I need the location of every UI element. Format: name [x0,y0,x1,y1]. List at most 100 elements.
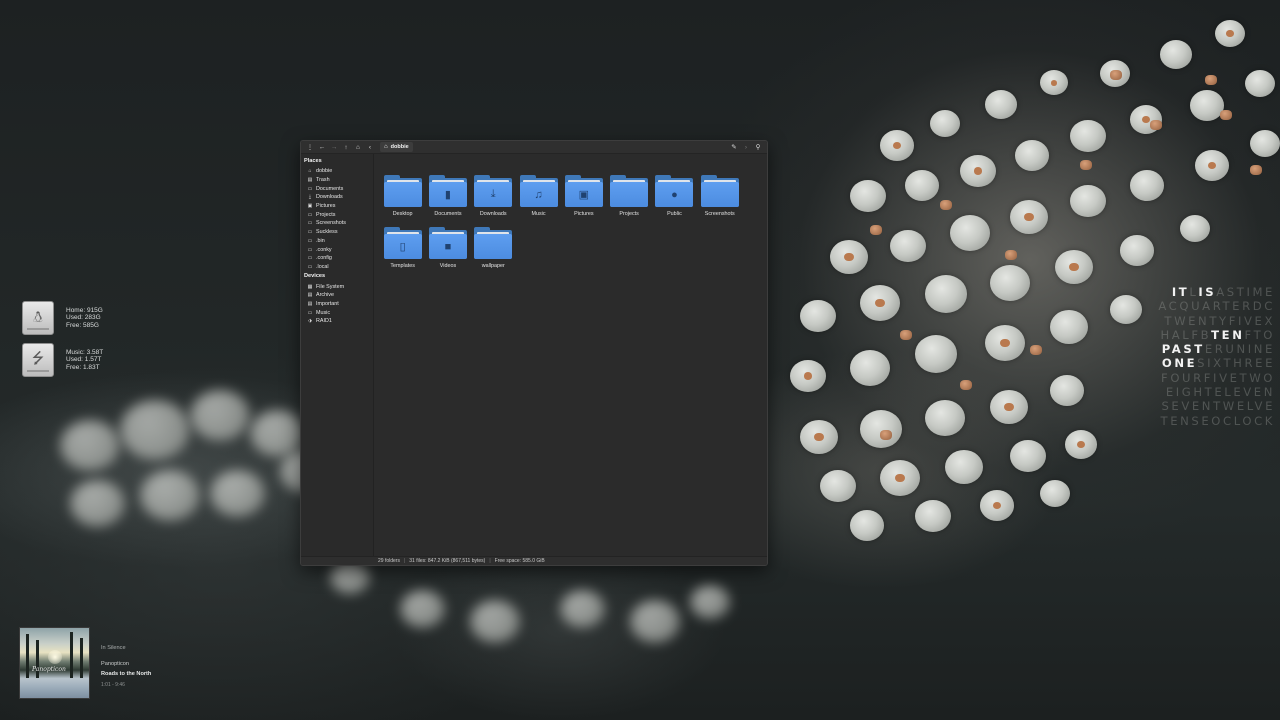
sidebar-item-file-system[interactable]: ▦ File System [304,282,373,291]
blurred-flower [400,590,445,629]
folder-emblem-icon: ▮ [428,182,467,207]
flower-petal [830,240,868,275]
folder-downloads[interactable]: ⤓ Downloads [471,173,516,217]
folder-wallpaper[interactable]: wallpaper [471,225,516,269]
flower-petal [960,155,996,188]
folder-label: Documents [434,211,462,217]
now-playing-info: In Silence Panopticon Roads to the North… [101,645,151,699]
sidebar-item-music[interactable]: ▭ Music [304,308,373,317]
path-prev-button[interactable]: ‹ [364,142,376,153]
sidebar-item-documents[interactable]: ▭ Documents [304,184,373,193]
sidebar-item-conky[interactable]: ▭ .conky [304,245,373,254]
folder-templates[interactable]: ▯ Templates [380,225,425,269]
search-icon: ⚲ [755,144,761,151]
flower-petal [1250,130,1280,157]
sidebar-item-icon: ▭ [307,211,313,218]
track-time: 1:01 - 9:46 [101,682,125,688]
sidebar-item-label: Projects [316,211,336,218]
word-clock-lit-word: ONE [1161,356,1198,371]
edit-location-button[interactable]: ✎ [728,142,740,153]
sidebar-item-icon: ⤓ [308,194,312,201]
blurred-flower [630,600,680,643]
usb-drive-icon: ⭍ [22,343,54,377]
flower-petal [850,510,884,541]
sidebar-item-trash[interactable]: ▤ Trash [304,176,373,185]
sidebar-item-screenshots[interactable]: ▭ Screenshots [304,219,373,228]
word-clock-dim-letters: HALFB [1160,327,1212,342]
chevron-left-icon: ‹ [368,143,372,151]
word-clock-row: SEVENTWELVE [1158,399,1275,413]
sidebar-item-downloads[interactable]: ⤓ Downloads [304,193,373,202]
disk-widget-music: ⭍ Music: 3.58T Used: 1.57T Free: 1.83T [22,343,103,377]
sidebar-item-important[interactable]: ▤ Important [304,300,373,309]
word-clock-row: FOURFIVETWO [1158,371,1275,385]
sidebar-item-label: Suckless [316,229,338,236]
sidebar-heading-places: Places [304,158,322,164]
folder-icon: ▯ [383,225,422,259]
flower-petal [950,215,990,251]
folder-projects[interactable]: Projects [606,173,651,217]
word-clock-row: ITLISASTIME [1158,285,1275,299]
arrow-left-icon: ← [318,143,326,151]
flower-petal [800,300,836,333]
sidebar-item-icon: ▦ [307,283,313,290]
search-button[interactable]: ⚲ [752,142,764,153]
sidebar-item-dobbie[interactable]: ⌂ dobbie [304,167,373,176]
blurred-flower [560,590,605,629]
cover-tree [26,634,29,678]
flower-petal [1070,185,1106,218]
album-cover: Panopticon [19,627,90,699]
folder-pictures[interactable]: ▣ Pictures [561,173,606,217]
sidebar-item-projects[interactable]: ▭ Projects [304,210,373,219]
sidebar-item-icon: ▭ [307,229,313,236]
folder-documents[interactable]: ▮ Documents [425,173,470,217]
flower-petal [1065,430,1097,459]
sidebar-item-local[interactable]: ▭ .local [304,263,373,272]
sidebar-item-config[interactable]: ▭ .config [304,254,373,263]
forward-button[interactable]: → [328,142,340,153]
menu-button[interactable]: ⋮ [304,142,316,153]
flower-petal [800,420,838,455]
folder-label: Music [531,211,546,217]
folder-desktop[interactable]: Desktop [380,173,425,217]
folder-screenshots[interactable]: Screenshots [697,173,742,217]
flower-petal [985,90,1017,119]
chevron-right-icon: › [744,143,748,151]
path-next-button[interactable]: › [740,142,752,153]
sidebar-heading-devices: Devices [304,273,326,280]
word-clock-lit-word: IT [1171,285,1190,299]
back-button[interactable]: ← [316,142,328,153]
player-status: In Silence [101,645,126,651]
sidebar-item-label: Downloads [316,194,343,201]
word-clock-lit-word: PAST [1161,342,1205,357]
devices-list: ▦ File System ▤ Archive ▤ Important ▭ Music ⬗ RAI… [304,282,373,325]
folder-label: Templates [390,263,415,269]
flower-petal [860,285,900,321]
sidebar-item-suckless[interactable]: ▭ Suckless [304,228,373,237]
folder-emblem-icon: ■ [428,234,467,259]
flower-bud [940,200,952,210]
folder-music[interactable]: ♫ Music [516,173,561,217]
folder-grid: Desktop ▮ Documents ⤓ Downloads ♫ Music ▣ Pictur… [380,173,742,269]
sidebar-item-label: File System [316,283,345,290]
sidebar-item-pictures[interactable]: ▣ Pictures [304,202,373,211]
word-clock-dim-letters: TWENTYFIVEX [1164,313,1275,328]
blurred-flower [690,585,730,619]
up-button[interactable]: ↑ [340,142,352,153]
cover-tree [80,638,83,678]
flower-petal [790,360,826,393]
status-free-space: Free space: 585.0 GiB [494,558,545,564]
folder-icon [610,173,649,207]
disk-line: Music: 3.58T [66,348,104,356]
flower-petal [1190,90,1224,121]
flower-petal [1010,200,1048,235]
location-breadcrumb[interactable]: ⌂ dobbie [380,142,413,152]
home-button[interactable]: ⌂ [352,142,364,153]
folder-videos[interactable]: ■ Videos [425,225,470,269]
sidebar-item-archive[interactable]: ▤ Archive [304,291,373,300]
file-view: Desktop ▮ Documents ⤓ Downloads ♫ Music ▣ Pictur… [374,154,767,556]
sidebar-item-bin[interactable]: ▭ .bin [304,237,373,246]
folder-public[interactable]: ● Public [652,173,697,217]
disk-stats-home: Home: 915G Used: 283G Free: 585G [66,307,103,330]
sidebar-item-raid1[interactable]: ⬗ RAID1 [304,317,373,326]
